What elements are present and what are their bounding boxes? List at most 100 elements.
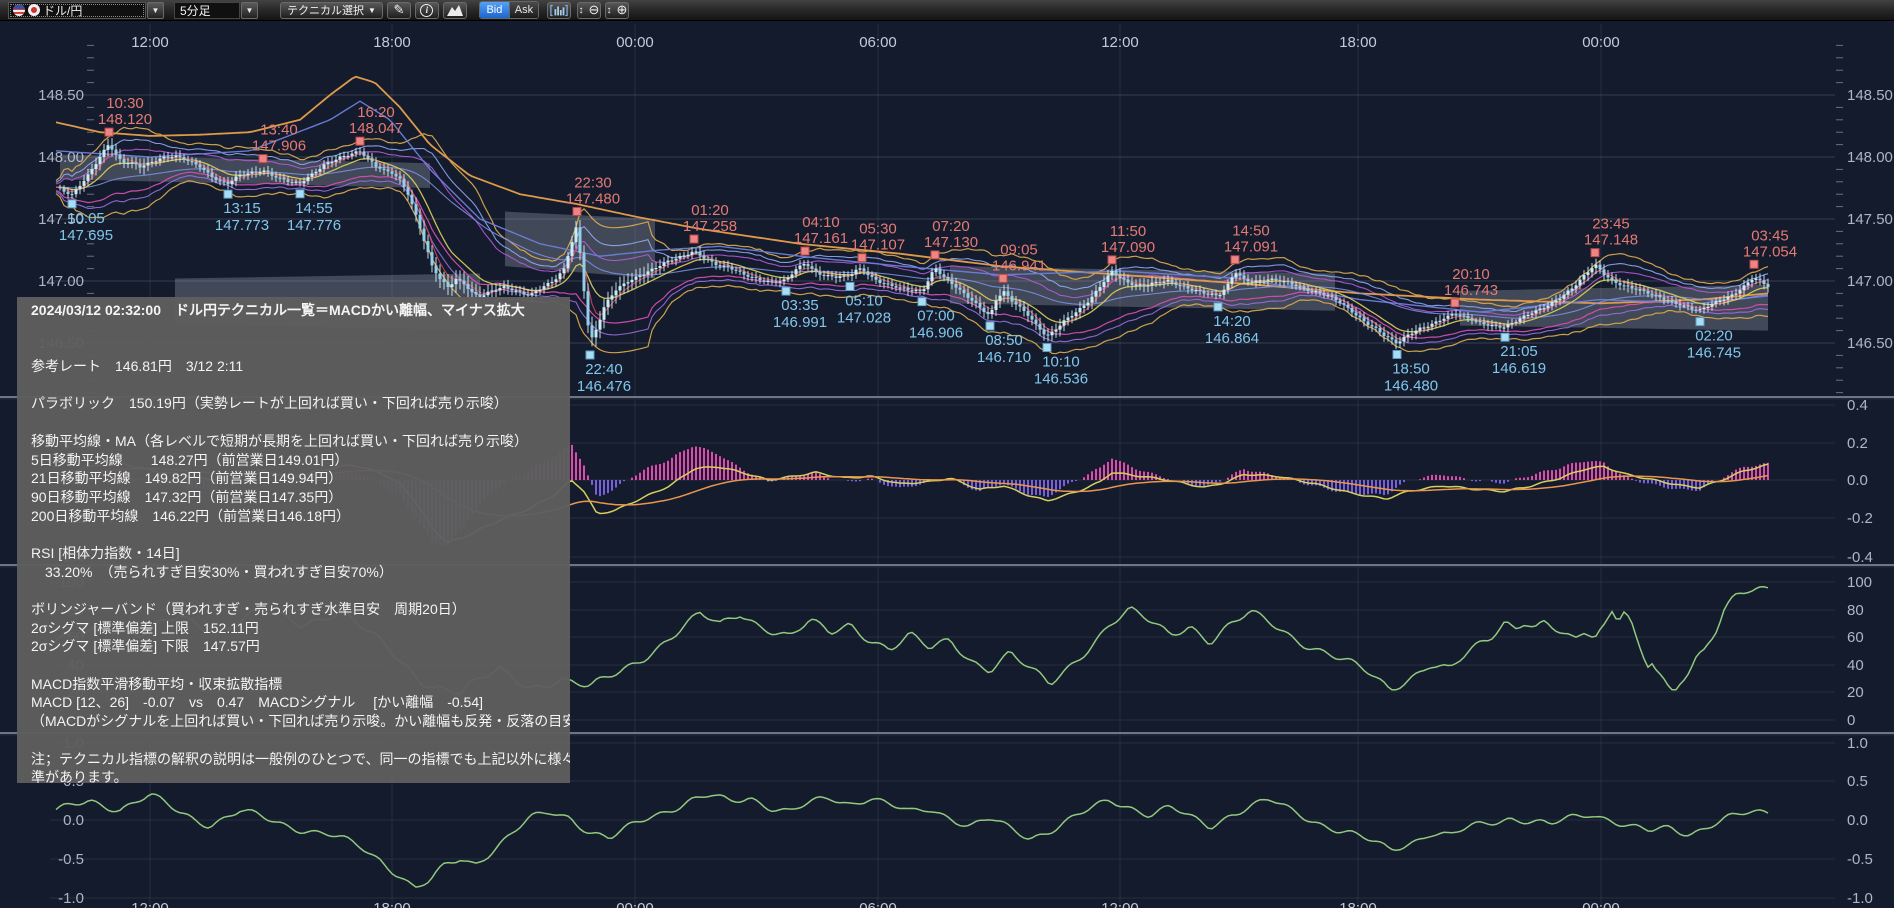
time-axis-label: 00:00 <box>616 34 654 51</box>
technical-summary-line: 90日移動平均線 147.32円（前営業日147.35円） <box>31 488 570 507</box>
technical-summary-line: 2σシグマ [標準偏差] 上限 152.11円 <box>31 619 570 638</box>
high-annotation-price: 147.130 <box>924 234 978 251</box>
vertical-zoom-out-button[interactable]: ↕⊖ <box>577 2 601 19</box>
high-marker <box>259 155 267 163</box>
technical-summary-line: 注；テクニカル指標の解釈の説明は一般例のひとつで、同一の指標でも上記以外に様々 <box>31 750 570 769</box>
vertical-zoom-in-button[interactable]: ↕⊕ <box>605 2 629 19</box>
low-annotation-price: 146.536 <box>1034 371 1088 388</box>
technical-summary-line: 準があります。 <box>31 768 570 783</box>
macd-axis-label-right: 0.4 <box>1847 397 1868 414</box>
low-annotation-price: 146.906 <box>909 325 963 342</box>
bid-button[interactable]: Bid <box>480 2 509 18</box>
price-axis-label-right: 146.50 <box>1847 335 1893 352</box>
high-marker <box>356 137 364 145</box>
zoom-out-icon: ⊖ <box>588 2 599 18</box>
low-marker <box>782 287 790 295</box>
low-annotation-price: 147.776 <box>287 217 341 234</box>
time-axis-label: 12:00 <box>131 34 169 51</box>
technical-summary-line: （MACDがシグナルを上回れば買い・下回れば売り示唆。かい離幅も反発・反落の目安… <box>31 712 570 731</box>
high-annotation-price: 147.906 <box>252 138 306 155</box>
time-axis-label-bottom: 00:00 <box>1582 900 1620 908</box>
low-marker <box>1214 303 1222 311</box>
technical-select-button[interactable]: テクニカル選択 ▼ <box>280 2 383 19</box>
technical-summary-line: 移動平均線・MA（各レベルで短期が長期を上回れば買い・下回れば売り示唆） <box>31 432 570 451</box>
price-axis-label-right: 147.00 <box>1847 273 1893 290</box>
high-annotation-time: 13:40 <box>260 122 298 139</box>
low-marker <box>68 200 76 208</box>
high-marker <box>1591 249 1599 257</box>
us-flag-icon <box>13 4 25 16</box>
oscillator_1-axis-label-left: 0.0 <box>63 812 84 829</box>
technical-summary-line <box>31 338 570 357</box>
technical-summary-line <box>31 581 570 600</box>
price-axis-label-left: 147.00 <box>38 273 84 290</box>
low-marker <box>586 351 594 359</box>
oscillator_100-axis-label-right: 100 <box>1847 574 1872 591</box>
low-annotation-time: 22:40 <box>585 361 623 378</box>
technical-summary-line: RSI [相体力指数・14日] <box>31 544 570 563</box>
oscillator_1-axis-label-left: -0.5 <box>58 851 84 868</box>
high-annotation-time: 23:45 <box>1592 216 1630 233</box>
high-marker <box>1108 256 1116 264</box>
technical-summary-panel: 2024/03/12 02:32:00 ドル円テクニカル一覧＝MACDかい離幅、… <box>17 297 570 783</box>
high-marker <box>105 128 113 136</box>
oscillator_100-axis-label-right: 0 <box>1847 712 1855 729</box>
high-annotation-time: 10:30 <box>106 95 144 112</box>
chevron-down-icon: ▼ <box>368 6 376 15</box>
low-annotation-time: 10:10 <box>1042 354 1080 371</box>
low-marker <box>846 283 854 291</box>
high-marker <box>690 235 698 243</box>
technical-summary-line <box>31 525 570 544</box>
low-annotation-time: 18:50 <box>1392 360 1430 377</box>
high-marker <box>1750 260 1758 268</box>
oscillator_1-axis-label-right: -1.0 <box>1847 890 1873 907</box>
low-annotation-time: 08:50 <box>985 332 1023 349</box>
chevron-down-icon: ▼ <box>246 6 254 15</box>
time-axis-label: 12:00 <box>1101 34 1139 51</box>
technical-summary-line <box>31 413 570 432</box>
macd-axis-label-right: 0.0 <box>1847 472 1868 489</box>
low-annotation-price: 146.991 <box>773 314 827 331</box>
timeframe-label: 5分足 <box>180 2 211 19</box>
high-annotation-time: 01:20 <box>691 202 729 219</box>
oscillator_1-axis-label-left: -1.0 <box>58 890 84 907</box>
currency-pair-select[interactable]: ドル/円 <box>8 2 146 19</box>
high-annotation-price: 147.091 <box>1224 239 1278 256</box>
low-marker <box>918 298 926 306</box>
technical-summary-line: 21日移動平均線 149.82円（前営業日149.94円） <box>31 469 570 488</box>
timeframe-select[interactable]: 5分足 <box>174 2 240 19</box>
high-annotation-time: 16:20 <box>357 104 395 121</box>
ask-button[interactable]: Ask <box>509 2 538 18</box>
low-annotation-price: 147.695 <box>59 227 113 244</box>
vertical-arrows-icon: ↕ <box>578 5 583 16</box>
time-axis-label-bottom: 12:00 <box>1101 900 1139 908</box>
low-annotation-time: 21:05 <box>1500 343 1538 360</box>
time-axis-label-bottom: 18:00 <box>373 900 411 908</box>
time-axis-label: 00:00 <box>1582 34 1620 51</box>
high-marker <box>999 274 1007 282</box>
oscillator_100-axis-label-right: 60 <box>1847 629 1864 646</box>
time-axis-label: 06:00 <box>859 34 897 51</box>
high-annotation-price: 148.047 <box>349 120 403 137</box>
high-annotation-time: 11:50 <box>1110 223 1146 240</box>
low-annotation-price: 147.028 <box>837 310 891 327</box>
bar-chart-style-button[interactable] <box>547 2 571 19</box>
chart-style-button[interactable] <box>443 2 467 19</box>
low-annotation-price: 146.619 <box>1492 360 1546 377</box>
technical-summary-line: 参考レート 146.81円 3/12 2:11 <box>31 357 570 376</box>
time-axis-label-bottom: 06:00 <box>859 900 897 908</box>
draw-tool-button[interactable]: ✎ <box>387 2 411 19</box>
technical-summary-line: パラボリック 150.19円（実勢レートが上回れば買い・下回れば売り示唆） <box>31 394 570 413</box>
time-axis-label-bottom: 12:00 <box>131 900 169 908</box>
technical-summary-line: 5日移動平均線 148.27円（前営業日149.01円） <box>31 451 570 470</box>
timeframe-dropdown-button[interactable]: ▼ <box>241 2 258 19</box>
info-button[interactable]: i <box>415 2 439 19</box>
technical-summary-line: 2024/03/12 02:32:00 ドル円テクニカル一覧＝MACDかい離幅、… <box>31 301 570 320</box>
oscillator_100-axis-label-right: 20 <box>1847 684 1864 701</box>
price-axis-label-right: 147.50 <box>1847 211 1893 228</box>
macd-axis-label-right: -0.4 <box>1847 549 1873 566</box>
low-annotation-price: 146.476 <box>577 378 631 395</box>
currency-pair-dropdown-button[interactable]: ▼ <box>147 2 164 19</box>
high-annotation-time: 03:45 <box>1751 227 1789 244</box>
technical-summary-line <box>31 376 570 395</box>
